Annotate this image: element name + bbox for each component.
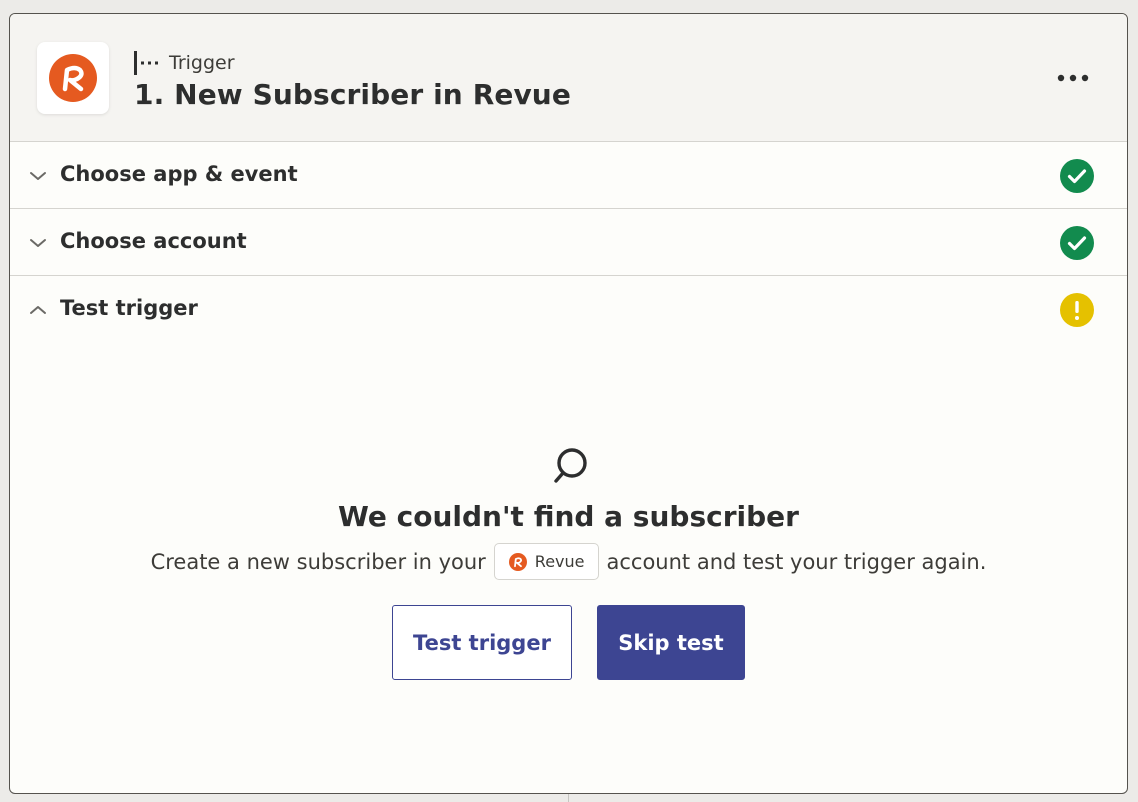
ellipsis-icon xyxy=(1057,74,1089,82)
section-test-trigger[interactable]: Test trigger xyxy=(10,276,1127,343)
search-icon xyxy=(553,448,587,483)
chevron-down-icon xyxy=(30,172,46,180)
empty-state: We couldn't find a subscriber Create a n… xyxy=(10,444,1127,680)
app-chip-revue: Revue xyxy=(493,543,599,580)
section-choose-account[interactable]: Choose account xyxy=(10,209,1127,276)
warning-circle-icon xyxy=(1060,293,1094,327)
description-text-before: Create a new subscriber in your xyxy=(150,549,486,574)
revue-app-logo xyxy=(37,42,109,114)
app-chip-label: Revue xyxy=(534,552,585,571)
description-text-after: account and test your trigger again. xyxy=(606,549,987,574)
section-label: Test trigger xyxy=(60,296,198,320)
step-type: Trigger xyxy=(134,51,235,75)
section-choose-app-event[interactable]: Choose app & event xyxy=(10,142,1127,209)
empty-state-description: Create a new subscriber in your Revue ac… xyxy=(10,543,1127,580)
test-trigger-button[interactable]: Test trigger xyxy=(392,605,572,680)
more-options-button[interactable] xyxy=(1053,58,1093,98)
section-label: Choose account xyxy=(60,229,247,253)
step-type-label: Trigger xyxy=(169,52,235,74)
revue-logo-icon xyxy=(49,54,97,102)
chevron-up-icon xyxy=(30,306,46,314)
empty-state-title: We couldn't find a subscriber xyxy=(338,500,799,533)
trigger-step-icon xyxy=(134,51,158,75)
zap-step-card: Trigger 1. New Subscriber in Revue Choos… xyxy=(9,13,1128,794)
check-circle-icon xyxy=(1060,226,1094,260)
step-header: Trigger 1. New Subscriber in Revue xyxy=(10,14,1127,142)
section-label: Choose app & event xyxy=(60,162,298,186)
step-title[interactable]: 1. New Subscriber in Revue xyxy=(134,78,571,111)
chevron-down-icon xyxy=(30,239,46,247)
skip-test-button[interactable]: Skip test xyxy=(597,605,745,680)
revue-logo-icon xyxy=(508,552,527,571)
check-circle-icon xyxy=(1060,159,1094,193)
action-buttons: Test trigger Skip test xyxy=(10,605,1127,680)
